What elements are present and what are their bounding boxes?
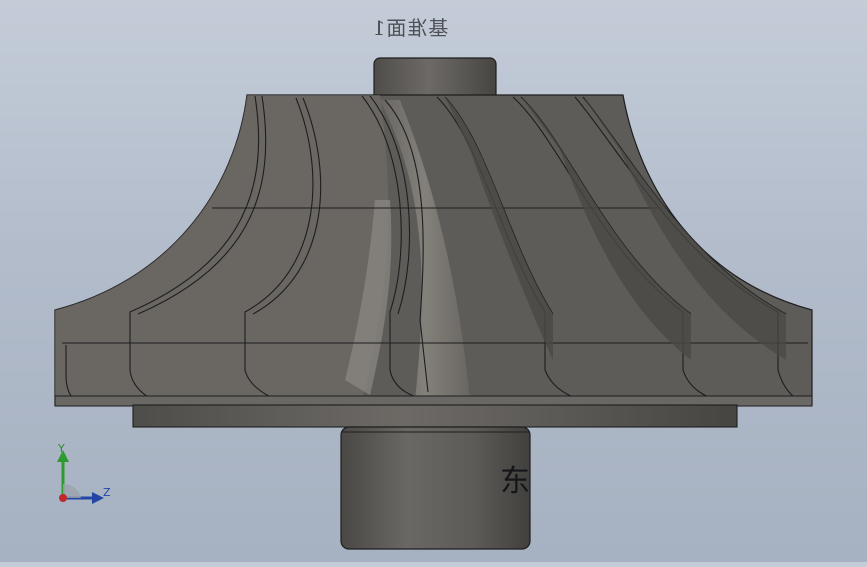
triad-origin xyxy=(59,494,67,502)
body-left-flank xyxy=(55,95,389,405)
engraved-top-text: 基准面1 xyxy=(371,16,449,40)
y-axis-label: Y xyxy=(58,442,65,455)
engraved-shaft-text: 东軸 xyxy=(500,464,530,499)
hub-flange xyxy=(132,404,738,428)
impeller-model[interactable] xyxy=(0,0,867,562)
top-shaft-stub xyxy=(373,57,497,101)
cad-graphics-viewport[interactable]: 基准面1 东軸 Y Z xyxy=(0,0,867,562)
z-axis-label: Z xyxy=(103,486,111,499)
